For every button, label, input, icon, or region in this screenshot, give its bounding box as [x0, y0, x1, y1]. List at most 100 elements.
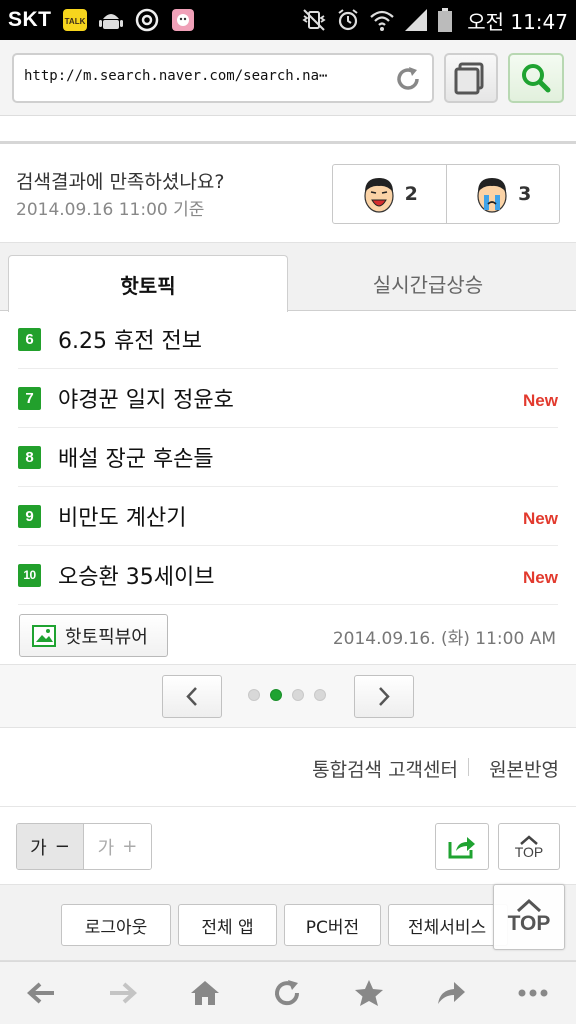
new-badge: New: [523, 391, 558, 410]
vote-box: 2 3: [332, 164, 560, 224]
topic-title[interactable]: 6.25 휴전 전보: [58, 323, 202, 355]
hot-topic-viewer-button[interactable]: 핫토픽뷰어: [19, 614, 168, 657]
status-bar: SKT TALK 오전 11:47: [0, 0, 576, 40]
vote-sad-button[interactable]: 3: [445, 165, 560, 223]
list-item[interactable]: 7 야경꾼 일지 정윤호 New: [18, 369, 558, 428]
status-bar-left: SKT TALK: [8, 0, 196, 40]
vibrate-icon: [301, 7, 327, 33]
tab-hot-topic[interactable]: 핫토픽: [8, 255, 288, 312]
wifi-icon: [369, 7, 395, 33]
tab-realtime-rising[interactable]: 실시간급상승: [288, 255, 568, 312]
page-dot-active[interactable]: [270, 689, 282, 701]
hot-topic-viewer-label: 핫토픽뷰어: [65, 626, 148, 648]
topic-tabs: 핫토픽 실시간급상승: [0, 243, 576, 312]
tools-row: 가 − 가 + TOP: [0, 807, 576, 885]
vote-happy-button[interactable]: 2: [333, 165, 446, 223]
font-small-label: 가: [30, 837, 47, 859]
all-apps-button[interactable]: 전체 앱: [178, 904, 277, 946]
search-button[interactable]: [508, 53, 564, 103]
topic-title[interactable]: 비만도 계산기: [58, 500, 186, 532]
topic-title[interactable]: 오승환 35세이브: [58, 559, 214, 591]
search-icon: [522, 64, 551, 93]
list-item[interactable]: 6 6.25 휴전 전보: [18, 310, 558, 369]
at-icon: [134, 7, 160, 33]
url-field[interactable]: http://m.search.naver.com/search.na⋯: [12, 53, 434, 103]
topic-footer: 핫토픽뷰어 2014.09.16. (화) 11:00 AM: [0, 606, 576, 666]
list-item[interactable]: 9 비만도 계산기 New: [18, 487, 558, 546]
page-dot[interactable]: [314, 689, 326, 701]
service-buttons: 로그아웃 전체 앱 PC버전 전체서비스: [0, 885, 576, 961]
image-icon: [32, 624, 56, 647]
logout-button[interactable]: 로그아웃: [61, 904, 171, 946]
signal-icon: [403, 7, 429, 33]
list-datetime: 2014.09.16. (화) 11:00 AM: [332, 629, 556, 649]
home-icon[interactable]: [188, 978, 222, 1008]
app-icon: [170, 7, 196, 33]
next-page-button[interactable]: [354, 675, 414, 718]
page-dot[interactable]: [292, 689, 304, 701]
browser-tabs-button[interactable]: [444, 53, 498, 103]
kakaotalk-icon: TALK: [62, 7, 88, 33]
font-increase-button[interactable]: 가 +: [84, 824, 151, 869]
rank-badge: 6: [18, 327, 41, 351]
font-decrease-button[interactable]: 가 −: [17, 824, 84, 869]
reload-icon[interactable]: [392, 63, 424, 95]
footer-links: 통합검색 고객센터 원본반영: [0, 729, 576, 807]
rank-badge: 8: [18, 445, 41, 469]
satisfaction-survey: 검색결과에 만족하셨나요? 2014.09.16 11:00 기준 2 3: [0, 147, 576, 243]
share-icon[interactable]: [434, 978, 468, 1008]
share-export-icon: [448, 836, 475, 858]
browser-navbar: [0, 961, 576, 1024]
pc-version-button[interactable]: PC버전: [284, 904, 381, 946]
browser-toolbar: http://m.search.naver.com/search.na⋯: [0, 40, 576, 116]
url-text[interactable]: http://m.search.naver.com/search.na⋯: [24, 68, 374, 84]
chevron-right-icon: [379, 687, 390, 706]
share-button[interactable]: [435, 823, 489, 870]
list-item[interactable]: 8 배설 장군 후손들: [18, 428, 558, 487]
svg-text:TALK: TALK: [64, 17, 85, 26]
carrier-label: SKT: [8, 8, 52, 31]
list-item[interactable]: 10 오승환 35세이브 New: [18, 546, 558, 605]
rank-badge: 9: [18, 504, 41, 528]
page-dot[interactable]: [248, 689, 260, 701]
prev-page-button[interactable]: [162, 675, 222, 718]
original-link[interactable]: 원본반영: [489, 755, 559, 782]
status-time: 오전 11:47: [467, 9, 568, 34]
top-label: TOP: [514, 843, 544, 860]
happy-count: 2: [404, 183, 418, 205]
back-icon[interactable]: [24, 978, 58, 1008]
rank-badge: 10: [18, 563, 41, 587]
battery-icon: [437, 7, 453, 33]
customer-center-link[interactable]: 통합검색 고객센터: [312, 755, 458, 782]
sad-count: 3: [518, 183, 532, 205]
floating-top-button[interactable]: TOP: [493, 884, 565, 950]
topic-title[interactable]: 배설 장군 후손들: [58, 441, 214, 473]
refresh-icon[interactable]: [270, 978, 304, 1008]
minus-icon: −: [54, 836, 70, 857]
topic-title[interactable]: 야경꾼 일지 정윤호: [58, 382, 234, 414]
crying-face-icon: [477, 178, 507, 213]
alarm-icon: [335, 7, 361, 33]
bookmark-icon[interactable]: [352, 978, 386, 1008]
happy-face-icon: [364, 178, 394, 213]
top-button[interactable]: TOP: [498, 823, 560, 870]
link-divider: [468, 758, 469, 776]
font-large-label: 가: [97, 837, 115, 859]
all-services-button[interactable]: 전체서비스: [388, 904, 508, 946]
new-badge: New: [523, 568, 558, 587]
floating-top-label: TOP: [507, 912, 551, 935]
font-size-control: 가 − 가 +: [16, 823, 152, 870]
new-badge: New: [523, 509, 558, 528]
page-dots: [248, 689, 326, 701]
rank-badge: 7: [18, 386, 41, 410]
satisfaction-date: 2014.09.16 11:00 기준: [16, 200, 205, 220]
satisfaction-question: 검색결과에 만족하셨나요?: [16, 171, 225, 193]
more-icon[interactable]: [516, 978, 550, 1008]
pager: [0, 664, 576, 728]
chevron-left-icon: [186, 687, 197, 706]
content-top-edge: [0, 116, 576, 144]
topic-list: 6 6.25 휴전 전보 7 야경꾼 일지 정윤호 New 8 배설 장군 후손…: [0, 310, 576, 605]
windows-icon: [454, 62, 484, 95]
android-icon: [98, 7, 124, 33]
forward-icon[interactable]: [106, 978, 140, 1008]
